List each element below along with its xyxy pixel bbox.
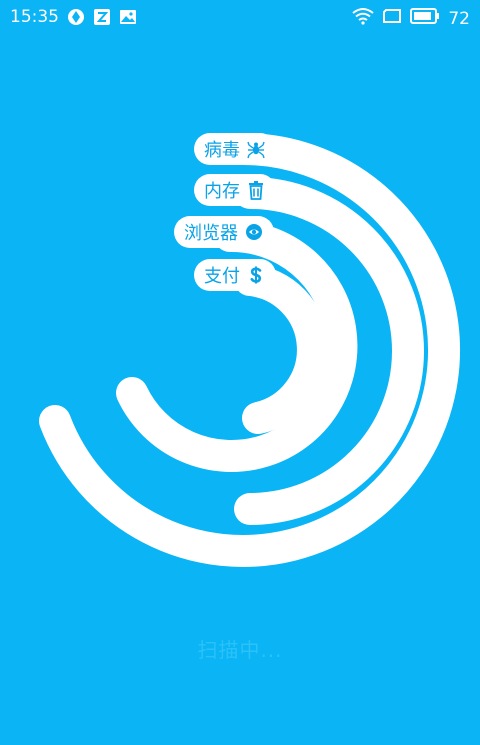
ring-virus bbox=[39, 132, 461, 567]
category-virus[interactable]: 病毒 bbox=[194, 133, 276, 165]
dollar-icon bbox=[246, 265, 266, 285]
category-browser[interactable]: 浏览器 bbox=[174, 216, 274, 248]
spider-icon bbox=[246, 139, 266, 159]
category-payment-label: 支付 bbox=[204, 266, 240, 287]
category-memory[interactable]: 内存 bbox=[194, 174, 276, 206]
category-browser-label: 浏览器 bbox=[184, 223, 238, 244]
category-payment[interactable]: 支付 bbox=[194, 259, 276, 291]
category-virus-label: 病毒 bbox=[204, 140, 240, 161]
trash-icon bbox=[246, 180, 266, 200]
scan-status: 扫描中... bbox=[197, 638, 283, 662]
category-memory-label: 内存 bbox=[204, 181, 240, 202]
ring-payment bbox=[234, 264, 329, 434]
browser-icon bbox=[244, 222, 264, 242]
